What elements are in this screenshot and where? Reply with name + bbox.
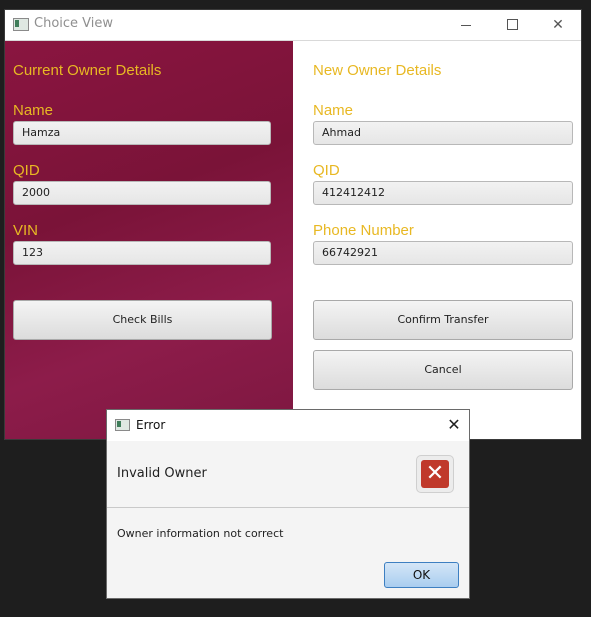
new-owner-panel: New Owner Details Name Ahmad QID 4124124… xyxy=(293,41,581,439)
new-owner-heading: New Owner Details xyxy=(313,62,442,79)
dialog-message: Owner information not correct xyxy=(117,527,284,540)
error-x-icon: ✕ xyxy=(421,460,449,488)
error-dialog: Error ✕ Invalid Owner ✕ Owner informatio… xyxy=(107,410,469,598)
new-qid-label: QID xyxy=(313,162,340,179)
dialog-app-icon xyxy=(115,419,130,431)
confirm-transfer-button[interactable]: Confirm Transfer xyxy=(313,300,573,340)
phone-number-field[interactable]: 66742921 xyxy=(313,241,573,265)
window-titlebar[interactable]: Choice View ✕ xyxy=(5,10,581,41)
ok-button[interactable]: OK xyxy=(384,562,459,588)
new-name-label: Name xyxy=(313,102,354,119)
dialog-titlebar[interactable]: Error ✕ xyxy=(107,410,469,441)
current-name-label: Name xyxy=(13,102,54,119)
new-name-field[interactable]: Ahmad xyxy=(313,121,573,145)
current-owner-heading: Current Owner Details xyxy=(13,62,162,79)
current-qid-field[interactable]: 2000 xyxy=(13,181,271,205)
choice-view-window: Choice View ✕ Current Owner Details Name… xyxy=(5,10,581,439)
current-vin-label: VIN xyxy=(13,222,39,239)
current-qid-label: QID xyxy=(13,162,40,179)
close-button[interactable]: ✕ xyxy=(535,10,581,40)
maximize-icon xyxy=(507,19,518,30)
maximize-button[interactable] xyxy=(489,10,535,40)
current-owner-panel: Current Owner Details Name Hamza QID 200… xyxy=(5,41,293,439)
error-icon: ✕ xyxy=(416,455,454,493)
cancel-button[interactable]: Cancel xyxy=(313,350,573,390)
minimize-icon xyxy=(461,25,471,26)
current-name-field[interactable]: Hamza xyxy=(13,121,271,145)
current-vin-field[interactable]: 123 xyxy=(13,241,271,265)
check-bills-button[interactable]: Check Bills xyxy=(13,300,272,340)
dialog-title: Error xyxy=(136,418,166,432)
dialog-header-text: Invalid Owner xyxy=(117,466,207,481)
minimize-button[interactable] xyxy=(443,10,489,40)
dialog-close-button[interactable]: ✕ xyxy=(443,414,465,436)
window-title: Choice View xyxy=(34,16,114,31)
phone-number-label: Phone Number xyxy=(313,222,414,239)
dialog-header: Invalid Owner ✕ xyxy=(107,441,469,508)
app-icon xyxy=(13,18,29,31)
new-qid-field[interactable]: 412412412 xyxy=(313,181,573,205)
